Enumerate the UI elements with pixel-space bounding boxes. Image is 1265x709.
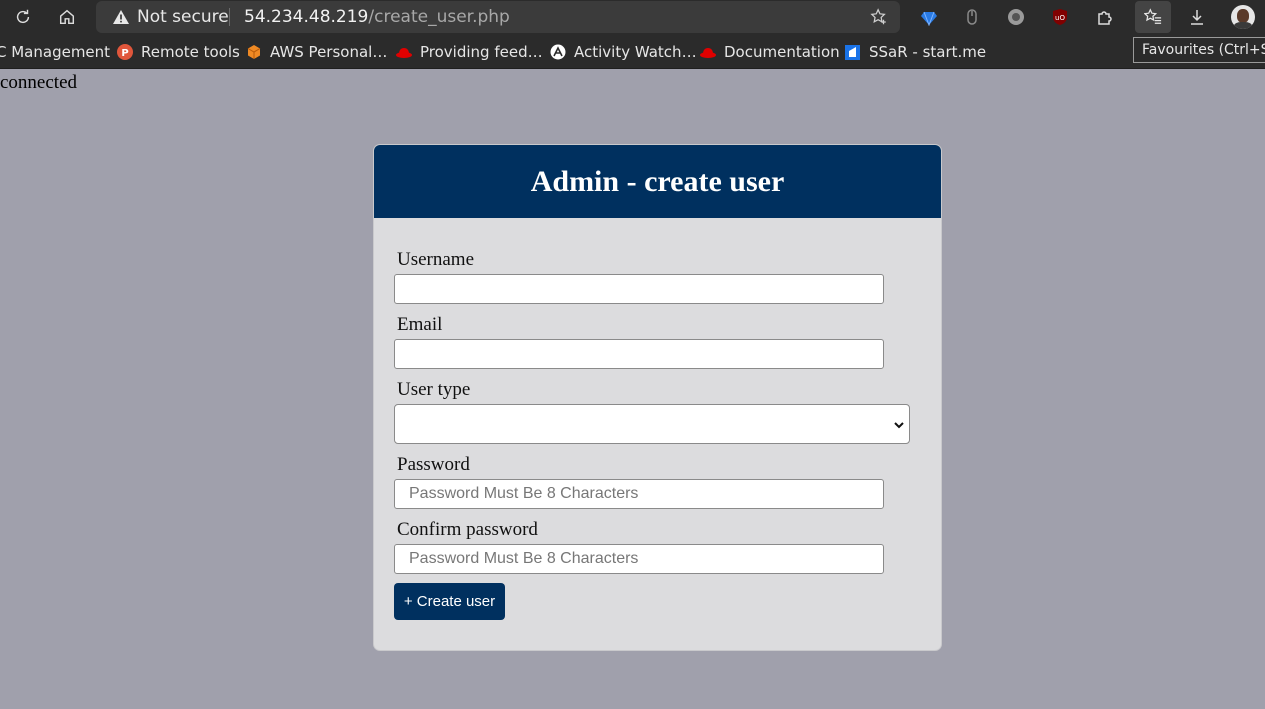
confirm-password-input[interactable] [394, 544, 884, 574]
bookmark-label: SSaR - start.me [869, 43, 987, 61]
reload-icon[interactable] [8, 3, 38, 31]
bookmark-activity-watch[interactable]: Activity Watch… [550, 43, 697, 61]
confirm-password-label: Confirm password [397, 519, 538, 540]
bookmark-label: Providing feed… [420, 43, 543, 61]
url-host: 54.234.48.219 [244, 7, 369, 27]
download-icon[interactable] [1188, 8, 1206, 26]
password-label: Password [397, 454, 470, 475]
security-label[interactable]: Not secure [137, 7, 229, 27]
svg-text:uO: uO [1055, 14, 1065, 22]
favourites-icon[interactable] [1144, 8, 1162, 26]
chevron-down-icon [894, 422, 904, 429]
gem-extension-icon[interactable] [920, 8, 938, 26]
bookmark-c-management[interactable]: C Management [0, 43, 110, 61]
aws-cube-icon [247, 45, 261, 59]
bookmark-documentation[interactable]: Documentation [700, 43, 840, 61]
email-label: Email [397, 314, 443, 335]
create-user-card: Admin - create user Username Email User … [373, 144, 942, 651]
bookmarks-bar: C Management P Remote tools AWS Personal… [0, 35, 1265, 69]
bookmark-label: AWS Personal… [270, 43, 388, 61]
profile-avatar[interactable] [1231, 5, 1255, 29]
create-user-button[interactable]: + Create user [394, 583, 505, 620]
bookmark-label: Documentation [724, 43, 840, 61]
password-input[interactable] [394, 479, 884, 509]
home-icon[interactable] [52, 3, 82, 31]
ublock-icon[interactable]: uO [1051, 8, 1069, 26]
url-path: /create_user.php [368, 7, 510, 27]
user-type-label: User type [397, 379, 471, 400]
activitywatch-icon [550, 44, 566, 60]
bookmark-remote-tools[interactable]: P Remote tools [117, 43, 240, 61]
bookmark-ssar-start-me[interactable]: SSaR - start.me [845, 43, 986, 61]
user-type-select[interactable] [394, 404, 910, 444]
redhat-icon [396, 48, 412, 58]
bookmark-label: C Management [0, 43, 111, 61]
svg-text:P: P [121, 48, 128, 59]
extensions-puzzle-icon[interactable] [1096, 8, 1114, 26]
warning-icon[interactable] [112, 9, 130, 25]
startme-icon [845, 45, 860, 60]
bookmark-label: Activity Watch… [574, 43, 697, 61]
username-label: Username [397, 249, 475, 270]
redhat-icon [700, 48, 716, 58]
add-favourite-icon[interactable] [870, 8, 888, 26]
bookmark-aws-personal[interactable]: AWS Personal… [246, 43, 387, 61]
grey-circle-extension-icon[interactable] [1007, 8, 1025, 26]
username-input[interactable] [394, 274, 884, 304]
p-badge-icon: P [117, 44, 133, 60]
card-header: Admin - create user [374, 145, 941, 218]
email-input[interactable] [394, 339, 884, 369]
browser-toolbar: Not secure 54.234.48.219/create_user.php… [0, 0, 1265, 35]
connection-status: connected [0, 72, 78, 93]
bookmark-providing-feedback[interactable]: Providing feed… [396, 43, 543, 61]
form-title: Admin - create user [530, 164, 785, 198]
url-text[interactable]: 54.234.48.219/create_user.php [244, 7, 510, 27]
favourites-tooltip: Favourites (Ctrl+Shift+O) [1133, 37, 1265, 63]
address-divider [229, 8, 230, 26]
address-bar[interactable]: Not secure 54.234.48.219/create_user.php [96, 1, 900, 33]
bookmark-label: Remote tools [141, 43, 240, 61]
mouse-extension-icon[interactable] [963, 8, 981, 26]
